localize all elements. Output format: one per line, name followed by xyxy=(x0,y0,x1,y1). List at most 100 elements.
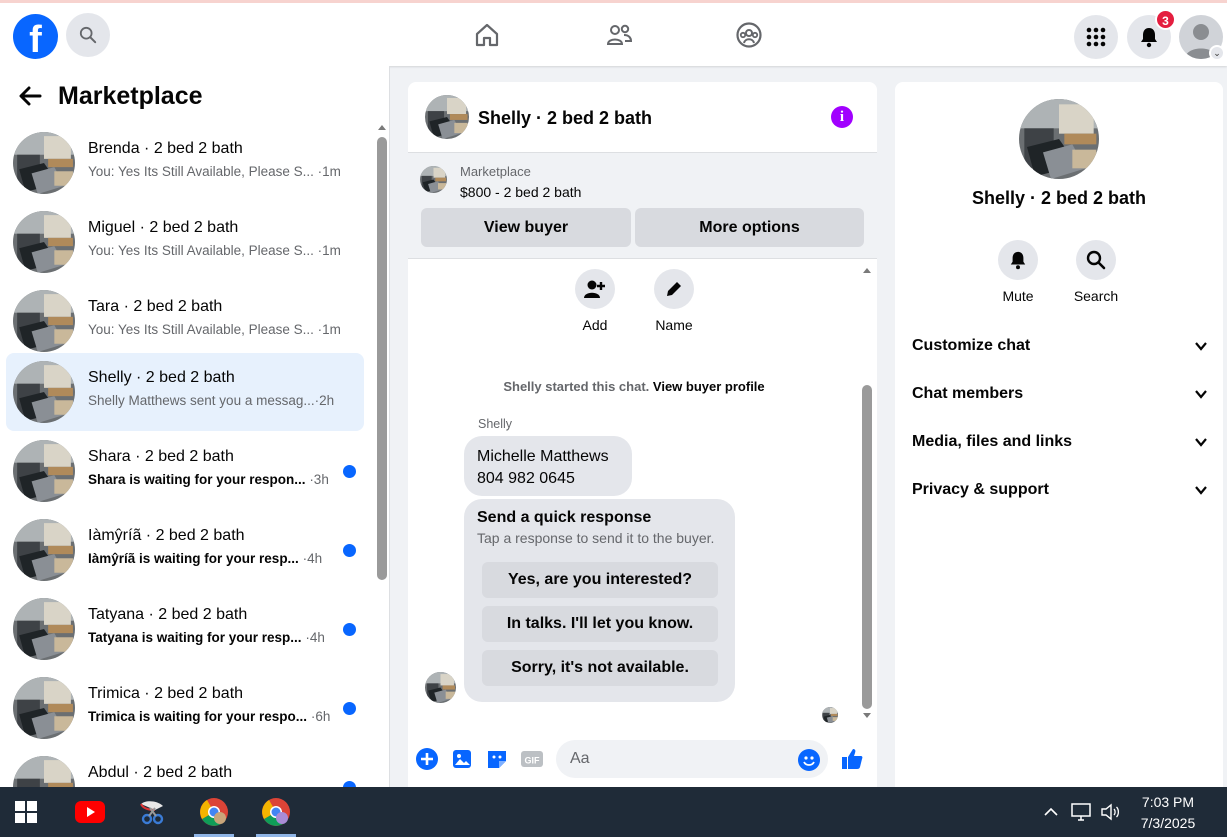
quick-response-button[interactable]: In talks. I'll let you know. xyxy=(482,606,718,642)
volume-button[interactable] xyxy=(1099,801,1121,823)
conversation-snippet: Tatyana is waiting for your resp... ·4h xyxy=(88,630,325,645)
view-buyer-button[interactable]: View buyer xyxy=(421,208,631,247)
groups-tab[interactable] xyxy=(733,19,765,51)
chrome-profile-taskbar-item[interactable] xyxy=(252,787,300,837)
chevron-down-icon xyxy=(1195,342,1207,351)
search-label: Search xyxy=(1073,288,1119,304)
back-arrow-icon[interactable] xyxy=(18,83,44,109)
menu-button[interactable] xyxy=(1074,15,1118,59)
listing-category: Marketplace xyxy=(460,164,531,179)
listing-thumbnail[interactable] xyxy=(420,166,447,193)
plus-circle-icon[interactable] xyxy=(415,747,439,771)
privacy-support-section[interactable]: Privacy & support xyxy=(912,475,1208,505)
name-action[interactable]: Name xyxy=(644,269,704,333)
scrollbar-thumb[interactable] xyxy=(862,385,872,709)
conversation-snippet: You: Yes Its Still Available, Please S..… xyxy=(88,322,341,337)
photo-icon[interactable] xyxy=(450,747,474,771)
view-buyer-profile-link[interactable]: View buyer profile xyxy=(653,379,765,394)
conversation-item[interactable]: Trimica · 2 bed 2 bath Trimica is waitin… xyxy=(6,669,364,747)
unread-dot xyxy=(343,465,356,478)
quick-response-button[interactable]: Sorry, it's not available. xyxy=(482,650,718,686)
taskbar-clock[interactable]: 7:03 PM 7/3/2025 xyxy=(1128,792,1208,834)
media-files-links-section[interactable]: Media, files and links xyxy=(912,427,1208,457)
chat-listing-thumbnail[interactable] xyxy=(425,95,469,139)
add-action[interactable]: Add xyxy=(565,269,625,333)
message-input[interactable] xyxy=(556,740,828,778)
conversation-name: Iàmŷríã · 2 bed 2 bath xyxy=(88,527,245,544)
conversation-name: Tatyana · 2 bed 2 bath xyxy=(88,606,248,623)
conversation-name: Shara · 2 bed 2 bath xyxy=(88,448,234,465)
name-label: Name xyxy=(655,317,693,333)
customize-chat-section[interactable]: Customize chat xyxy=(912,331,1208,361)
search-in-chat-button[interactable]: Search xyxy=(1066,240,1126,304)
scrollbar-thumb[interactable] xyxy=(377,137,387,580)
conversation-snippet: You: Yes Its Still Available, Please S..… xyxy=(88,243,341,258)
chat-scrollbar[interactable] xyxy=(861,265,873,725)
scroll-down-arrow-icon[interactable] xyxy=(861,711,873,721)
conversation-item[interactable]: Shara · 2 bed 2 bath Shara is waiting fo… xyxy=(6,432,364,510)
chrome-taskbar-item[interactable] xyxy=(190,787,238,837)
quick-response-button[interactable]: Yes, are you interested? xyxy=(482,562,718,598)
search-button[interactable] xyxy=(66,13,110,57)
network-button[interactable] xyxy=(1069,801,1093,823)
add-person-icon xyxy=(584,280,605,298)
message-line: 804 982 0645 xyxy=(477,470,575,487)
listing-price: $800 - 2 bed 2 bath xyxy=(460,184,582,200)
conversation-name: Tara · 2 bed 2 bath xyxy=(88,298,223,315)
conversation-item[interactable]: Tara · 2 bed 2 bath You: Yes Its Still A… xyxy=(6,282,364,360)
info-icon[interactable]: i xyxy=(831,106,853,128)
mute-label: Mute xyxy=(1002,288,1034,304)
chevron-up-icon xyxy=(1044,807,1058,816)
speaker-icon xyxy=(1101,803,1120,821)
show-hidden-icons-button[interactable] xyxy=(1042,801,1060,823)
clock-time: 7:03 PM xyxy=(1141,794,1195,810)
chevron-down-icon[interactable]: ⌄ xyxy=(1209,45,1225,61)
conversation-item[interactable]: Miguel · 2 bed 2 bath You: Yes Its Still… xyxy=(6,203,364,281)
message-composer: GIF xyxy=(408,737,877,787)
quick-response-card: Send a quick response Tap a response to … xyxy=(464,499,735,702)
snipping-tool-taskbar-item[interactable] xyxy=(128,787,176,837)
chat-members-section[interactable]: Chat members xyxy=(912,379,1208,409)
conversation-item[interactable]: Brenda · 2 bed 2 bath You: Yes Its Still… xyxy=(6,124,364,202)
listing-thumbnail xyxy=(13,290,75,352)
thumbs-up-icon[interactable] xyxy=(840,747,864,771)
apps-grid-icon xyxy=(1086,27,1106,47)
chat-title[interactable]: Shelly · 2 bed 2 bath xyxy=(478,108,652,129)
facebook-logo[interactable]: f xyxy=(13,14,58,59)
unread-dot xyxy=(343,702,356,715)
scroll-up-arrow-icon[interactable] xyxy=(376,122,388,132)
mute-button[interactable]: Mute xyxy=(988,240,1048,304)
sidebar-scrollbar[interactable] xyxy=(376,122,388,787)
windows-logo-icon xyxy=(15,801,37,823)
conversation-name: Miguel · 2 bed 2 bath xyxy=(88,219,239,236)
friends-icon xyxy=(606,24,633,45)
gif-icon[interactable]: GIF xyxy=(520,747,544,771)
youtube-icon xyxy=(75,801,105,823)
conversation-item[interactable]: Tatyana · 2 bed 2 bath Tatyana is waitin… xyxy=(6,590,364,668)
chat-details-name: Shelly · 2 bed 2 bath xyxy=(971,188,1147,208)
chat-panel: Shelly · 2 bed 2 bath i Marketplace $800… xyxy=(408,82,877,787)
quick-response-subtitle: Tap a response to send it to the buyer. xyxy=(477,530,715,546)
chevron-down-icon xyxy=(1195,486,1207,495)
home-tab[interactable] xyxy=(471,19,503,51)
listing-thumbnail xyxy=(13,677,75,739)
add-label: Add xyxy=(582,317,608,333)
start-button[interactable] xyxy=(2,787,50,837)
top-navigation-bar: f 3 ⌄ xyxy=(0,0,1227,66)
youtube-taskbar-item[interactable] xyxy=(66,787,114,837)
sender-avatar[interactable] xyxy=(425,672,456,703)
more-options-button[interactable]: More options xyxy=(635,208,864,247)
unread-dot xyxy=(343,623,356,636)
conversation-item[interactable]: Abdul · 2 bed 2 bath xyxy=(6,748,364,787)
sticker-icon[interactable] xyxy=(485,747,509,771)
conversation-snippet: Shelly Matthews sent you a messag...·2h xyxy=(88,393,335,408)
friends-tab[interactable] xyxy=(603,19,635,51)
conversation-item[interactable]: Iàmŷríã · 2 bed 2 bath Iàmŷríã is waitin… xyxy=(6,511,364,589)
bell-icon xyxy=(1010,251,1026,270)
home-icon xyxy=(475,23,499,47)
emoji-icon[interactable] xyxy=(798,749,820,771)
conversation-snippet: Shara is waiting for your respon... ·3h xyxy=(88,472,329,487)
scroll-up-arrow-icon[interactable] xyxy=(861,265,873,275)
conversation-item-active[interactable]: Shelly · 2 bed 2 bath Shelly Matthews se… xyxy=(6,353,364,431)
scissors-icon xyxy=(140,801,164,825)
